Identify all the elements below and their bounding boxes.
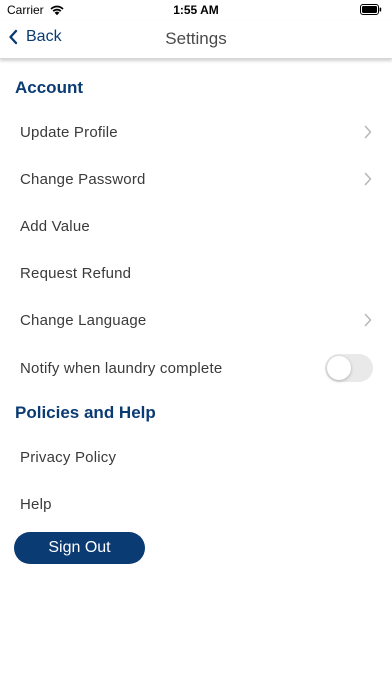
status-bar: Carrier 1:55 AM [0, 0, 392, 20]
row-help[interactable]: Help [0, 484, 392, 524]
section-header-account: Account [15, 78, 83, 97]
navigation-bar: Back Settings [0, 20, 392, 59]
row-label: Privacy Policy [20, 448, 117, 466]
section-header-policies: Policies and Help [15, 403, 156, 422]
row-change-password[interactable]: Change Password [0, 159, 392, 199]
row-update-profile[interactable]: Update Profile [0, 112, 392, 152]
row-label: Add Value [20, 217, 90, 235]
row-label: Change Language [20, 311, 147, 329]
chevron-right-icon [364, 172, 372, 186]
row-label: Notify when laundry complete [20, 359, 223, 377]
row-notify-laundry: Notify when laundry complete [0, 348, 392, 388]
chevron-right-icon [364, 125, 372, 139]
back-label: Back [26, 28, 62, 45]
status-time: 1:55 AM [173, 3, 219, 17]
row-change-language[interactable]: Change Language [0, 300, 392, 340]
row-privacy-policy[interactable]: Privacy Policy [0, 437, 392, 477]
row-label: Change Password [20, 170, 146, 188]
row-add-value[interactable]: Add Value [0, 206, 392, 246]
chevron-right-icon [364, 313, 372, 327]
row-label: Request Refund [20, 264, 132, 282]
toggle-knob [327, 356, 351, 380]
sign-out-button[interactable]: Sign Out [14, 532, 145, 564]
row-label: Help [20, 495, 52, 513]
back-button[interactable]: Back [8, 28, 62, 46]
row-request-refund[interactable]: Request Refund [0, 253, 392, 293]
battery-icon [360, 4, 382, 15]
row-label: Update Profile [20, 123, 118, 141]
chevron-left-icon [9, 29, 18, 45]
settings-screen: Carrier 1:55 AM Back Settings Account Up… [0, 0, 392, 696]
notify-laundry-toggle[interactable] [325, 354, 373, 382]
